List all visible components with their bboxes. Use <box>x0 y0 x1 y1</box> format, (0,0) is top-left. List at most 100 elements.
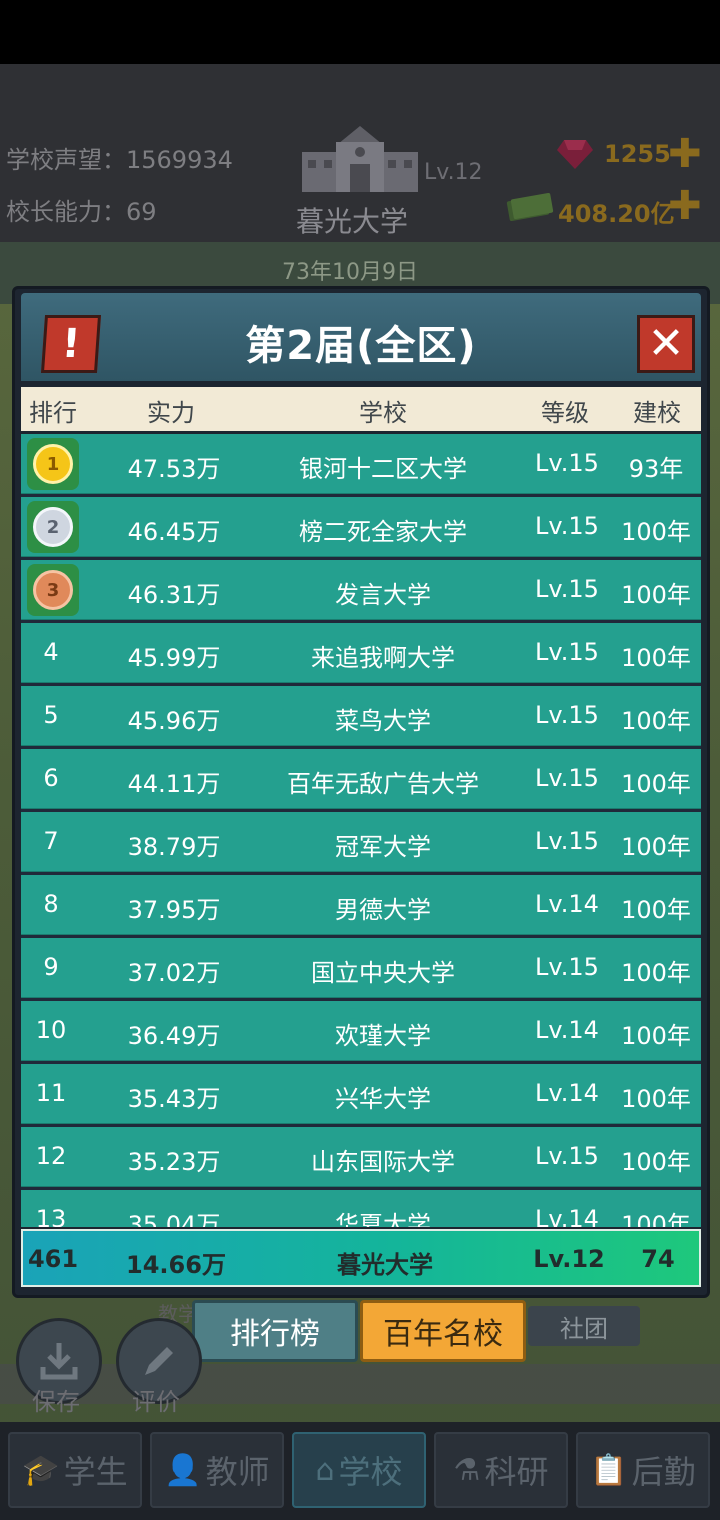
nav-teachers[interactable]: 👤 教师 <box>150 1432 284 1508</box>
school-building-icon[interactable] <box>302 124 418 194</box>
add-gems-button[interactable]: ✚ <box>668 134 702 174</box>
money-count: 408.20亿 <box>558 200 675 228</box>
row-power: 47.53万 <box>127 455 221 483</box>
row-founded: 100年 <box>621 1211 691 1227</box>
close-button[interactable]: ✕ <box>637 315 695 373</box>
row-founded: 100年 <box>621 1022 691 1050</box>
row-power: 35.04万 <box>127 1211 221 1227</box>
ranking-dialog: 第2届(全区) ! ✕ 排行 实力 学校 等级 建校 1 47.53万 银河十二… <box>12 286 710 1298</box>
row-school: 冠军大学 <box>335 833 431 861</box>
row-school: 男德大学 <box>335 896 431 924</box>
row-rank: 5 <box>43 701 59 729</box>
nav-school[interactable]: ⌂ 学校 <box>292 1432 426 1508</box>
row-founded: 100年 <box>621 644 691 672</box>
tab-club[interactable]: 社团 <box>528 1306 640 1346</box>
row-power: 37.02万 <box>127 959 221 987</box>
row-school: 百年无敌广告大学 <box>287 770 479 798</box>
dialog-header: 第2届(全区) ! ✕ <box>21 293 701 381</box>
row-power: 46.45万 <box>127 518 221 546</box>
bronze-medal-icon: 3 <box>27 564 79 616</box>
column-header-rank: 排行 <box>29 399 77 427</box>
info-button[interactable]: ! <box>40 315 102 373</box>
table-row[interactable]: 13 35.04万 华夏大学 Lv.14 100年 <box>21 1190 701 1227</box>
clipboard-icon: 📋 <box>590 1452 628 1488</box>
row-school: 欢瑾大学 <box>335 1022 431 1050</box>
row-school: 银河十二区大学 <box>299 455 467 483</box>
table-row[interactable]: 3 46.31万 发言大学 Lv.15 100年 <box>21 560 701 620</box>
row-level: Lv.14 <box>535 1205 599 1227</box>
table-row[interactable]: 11 35.43万 兴华大学 Lv.14 100年 <box>21 1064 701 1124</box>
row-rank: 8 <box>43 890 59 918</box>
row-rank: 13 <box>35 1205 67 1227</box>
table-row[interactable]: 8 37.95万 男德大学 Lv.14 100年 <box>21 875 701 935</box>
table-row[interactable]: 12 35.23万 山东国际大学 Lv.15 100年 <box>21 1127 701 1187</box>
nav-students-label: 学生 <box>63 1453 128 1491</box>
row-rank: 7 <box>43 827 59 855</box>
table-row[interactable]: 4 45.99万 来追我啊大学 Lv.15 100年 <box>21 623 701 683</box>
medal-rank: 2 <box>33 507 73 547</box>
review-label: 评价 <box>132 1388 180 1416</box>
table-row[interactable]: 5 45.96万 菜鸟大学 Lv.15 100年 <box>21 686 701 746</box>
row-rank: 11 <box>35 1079 67 1107</box>
ranking-list[interactable]: 1 47.53万 银河十二区大学 Lv.15 93年 2 46.45万 榜二死全… <box>21 434 701 1227</box>
row-school: 兴华大学 <box>335 1085 431 1113</box>
column-header-founded: 建校 <box>633 399 681 427</box>
table-row[interactable]: 10 36.49万 欢瑾大学 Lv.14 100年 <box>21 1001 701 1061</box>
nav-logistics[interactable]: 📋 后勤 <box>576 1432 710 1508</box>
table-row[interactable]: 7 38.79万 冠军大学 Lv.15 100年 <box>21 812 701 872</box>
my-school-row[interactable]: 461 14.66万 暮光大学 Lv.12 74 <box>21 1229 701 1287</box>
nav-teachers-label: 教师 <box>205 1453 270 1491</box>
row-level: Lv.15 <box>535 449 599 477</box>
my-power: 14.66万 <box>126 1251 226 1279</box>
my-rank: 461 <box>27 1245 79 1273</box>
nav-logistics-label: 后勤 <box>631 1453 696 1491</box>
row-rank: 4 <box>43 638 59 666</box>
status-bar <box>0 0 720 64</box>
row-founded: 100年 <box>621 581 691 609</box>
row-level: Lv.15 <box>535 953 599 981</box>
nav-research[interactable]: ⚗ 科研 <box>434 1432 568 1508</box>
tab-famous-schools[interactable]: 百年名校 <box>360 1300 526 1362</box>
row-power: 36.49万 <box>127 1022 221 1050</box>
row-level: Lv.15 <box>535 512 599 540</box>
row-level: Lv.14 <box>535 1016 599 1044</box>
tab-ranking[interactable]: 排行榜 <box>192 1300 358 1362</box>
game-date: 73年10月9日 <box>282 260 418 285</box>
row-school: 华夏大学 <box>335 1211 431 1227</box>
money-icon <box>506 190 554 226</box>
row-power: 35.43万 <box>127 1085 221 1113</box>
download-icon <box>40 1343 78 1380</box>
ability-value: 69 <box>126 198 157 226</box>
table-row[interactable]: 6 44.11万 百年无敌广告大学 Lv.15 100年 <box>21 749 701 809</box>
row-founded: 100年 <box>621 1148 691 1176</box>
column-header-level: 等级 <box>541 399 589 427</box>
nav-students[interactable]: 🎓 学生 <box>8 1432 142 1508</box>
row-founded: 100年 <box>621 770 691 798</box>
flask-icon: ⚗ <box>453 1452 481 1488</box>
row-founded: 93年 <box>628 455 684 483</box>
ability-stat: 校长能力：69 <box>6 192 157 227</box>
row-school: 国立中央大学 <box>311 959 455 987</box>
row-power: 45.96万 <box>127 707 221 735</box>
reputation-label: 学校声望： <box>6 146 126 174</box>
table-row[interactable]: 2 46.45万 榜二死全家大学 Lv.15 100年 <box>21 497 701 557</box>
row-level: Lv.15 <box>535 701 599 729</box>
gem-count: 1255 <box>604 140 671 168</box>
exclamation-icon: ! <box>60 321 82 367</box>
add-money-button[interactable]: ✚ <box>668 186 702 226</box>
row-school: 山东国际大学 <box>311 1148 455 1176</box>
row-rank: 12 <box>35 1142 67 1170</box>
close-icon: ✕ <box>647 318 685 369</box>
gold-medal-icon: 1 <box>27 438 79 490</box>
row-level: Lv.14 <box>535 890 599 918</box>
student-icon: 🎓 <box>22 1452 60 1488</box>
dialog-title: 第2届(全区) <box>245 323 477 369</box>
nav-research-label: 科研 <box>484 1453 549 1491</box>
table-row[interactable]: 1 47.53万 银河十二区大学 Lv.15 93年 <box>21 434 701 494</box>
row-school: 发言大学 <box>335 581 431 609</box>
my-founded: 74 <box>641 1245 675 1273</box>
row-founded: 100年 <box>621 833 691 861</box>
row-school: 菜鸟大学 <box>335 707 431 735</box>
nav-school-label: 学校 <box>338 1453 403 1491</box>
table-row[interactable]: 9 37.02万 国立中央大学 Lv.15 100年 <box>21 938 701 998</box>
